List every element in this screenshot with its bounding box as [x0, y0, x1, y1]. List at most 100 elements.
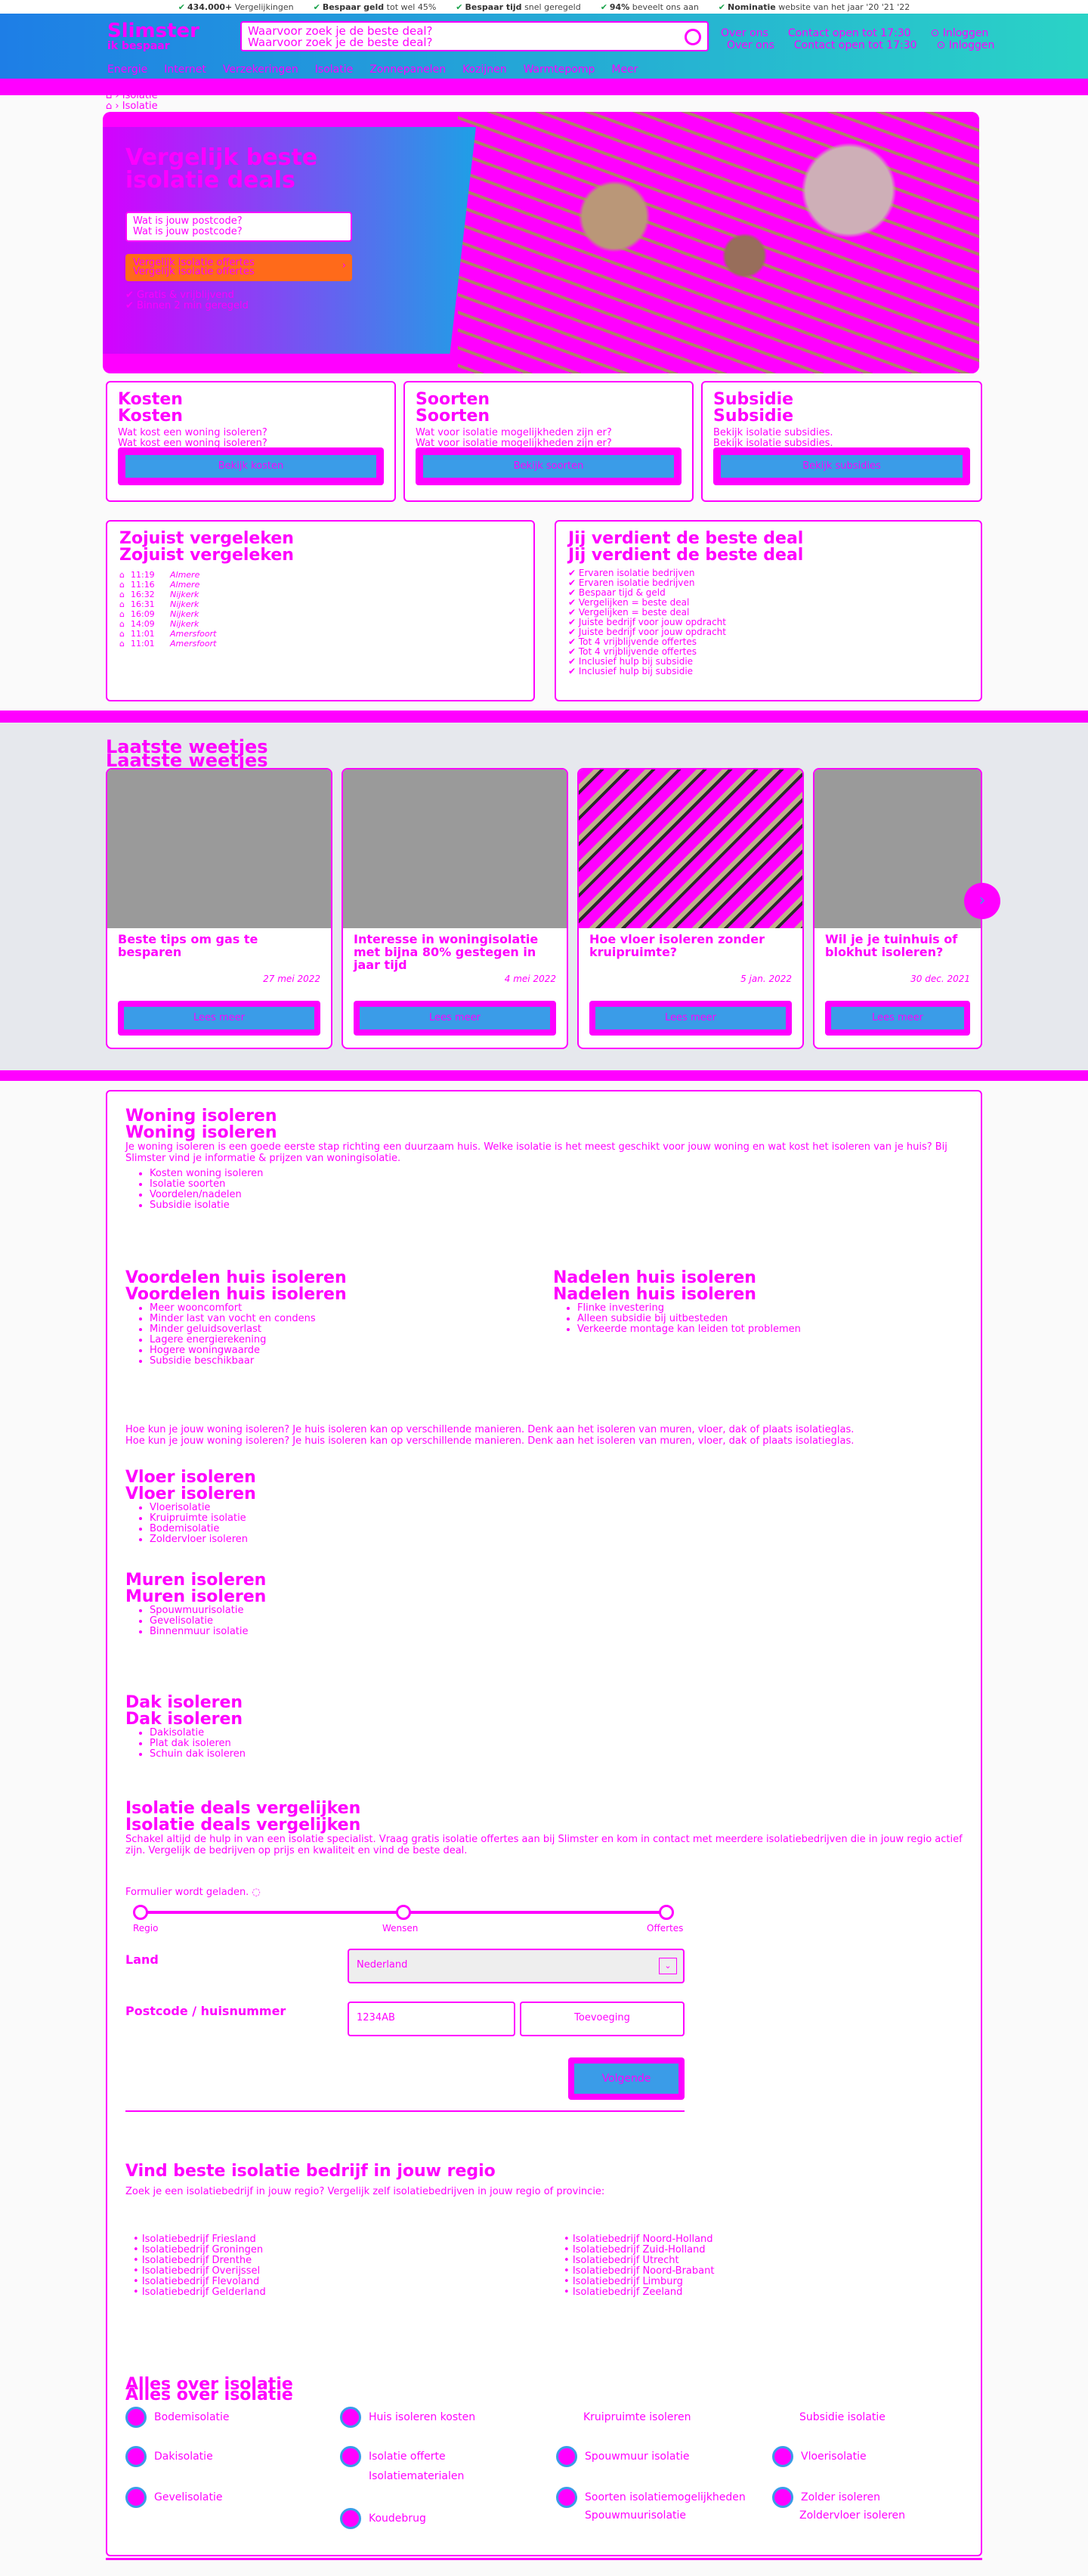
nav-item[interactable]: Verzekeringen: [223, 63, 298, 76]
list-item: Subsidie beschikbaar: [150, 1356, 533, 1367]
list-item[interactable]: Plat dak isoleren: [150, 1738, 533, 1749]
list-item[interactable]: Kosten woning isoleren: [150, 1169, 957, 1179]
next-button[interactable]: Volgende: [568, 2057, 685, 2100]
check-icon: ✔: [456, 2, 463, 12]
nav-item[interactable]: Warmtepomp: [524, 63, 595, 76]
read-more-button[interactable]: Lees meer: [825, 1001, 970, 1036]
topic-tile[interactable]: Gevelisolatie: [125, 2487, 222, 2508]
topic-tile[interactable]: Bodemisolatie: [125, 2407, 230, 2428]
news-card[interactable]: Interesse in woningisolatie met bijna 80…: [342, 768, 568, 1049]
header-links: Over ons Over ons Contact open tot 17:30 C…: [721, 27, 995, 51]
topic-tile[interactable]: Subsidie isolatie: [799, 2411, 886, 2423]
list-item[interactable]: Zoldervloer isoleren: [150, 1534, 533, 1545]
carousel-next-icon[interactable]: ›: [964, 883, 1000, 919]
usp-item: ✔ Nominatie website van het jaar '20 '21 …: [718, 2, 910, 12]
list-item[interactable]: Isolatie soorten: [150, 1179, 957, 1190]
home-icon[interactable]: ⌂: [106, 90, 112, 101]
news-card[interactable]: Hoe vloer isoleren zonder kruipruimte? 5…: [577, 768, 804, 1049]
house-icon: ⌂: [119, 599, 125, 609]
huisnummer-field[interactable]: Toevoeging: [520, 2002, 685, 2036]
list-item[interactable]: Bodemisolatie: [150, 1524, 533, 1534]
regio-link[interactable]: • Isolatiebedrijf Limburg: [564, 2277, 972, 2287]
list-item[interactable]: Subsidie isolatie: [150, 1200, 957, 1211]
read-more-button[interactable]: Lees meer: [118, 1001, 320, 1036]
news-card[interactable]: Wil je je tuinhuis of blokhut isoleren? …: [813, 768, 982, 1049]
nav-item[interactable]: Zonnepanelen: [369, 63, 446, 76]
bekijk-soorten-button[interactable]: Bekijk soorten: [416, 447, 682, 485]
house-icon: ⌂: [119, 590, 125, 599]
topic-tile[interactable]: Soorten isolatiemogelijkheden: [556, 2487, 746, 2508]
topic-tile[interactable]: Zoldervloer isoleren: [799, 2509, 905, 2522]
topic-tile[interactable]: Zolder isoleren: [772, 2487, 880, 2508]
list-item[interactable]: Binnenmuur isolatie: [150, 1627, 533, 1637]
recent-row: ⌂ 11:01 Amersfoort: [119, 639, 217, 649]
list-item[interactable]: Kruipruimte isolatie: [150, 1513, 533, 1524]
footer-divider: [106, 2558, 982, 2560]
house-icon: ⌂: [119, 580, 125, 590]
section-dak: Dak isolerenDak isoleren Dakisolatie Pla…: [125, 1695, 533, 1760]
regio-link[interactable]: • Isolatiebedrijf Noord-Holland: [564, 2234, 972, 2245]
topic-tile[interactable]: Spouwmuur isolatie: [556, 2446, 689, 2467]
divider-bar: [0, 1070, 1088, 1081]
recent-row: ⌂ 11:19 Almere: [119, 570, 200, 580]
site-logo[interactable]: Slimster ik bespaar: [107, 21, 199, 51]
topic-icon: [125, 2446, 147, 2467]
step-dot: [133, 1905, 148, 1920]
regio-link[interactable]: • Isolatiebedrijf Groningen: [133, 2245, 541, 2256]
postcode-input[interactable]: Wat is jouw postcode? Wat is jouw postcod…: [125, 212, 352, 242]
topic-tile[interactable]: Spouwmuurisolatie: [585, 2509, 686, 2522]
about-link[interactable]: Over ons: [721, 27, 774, 39]
topic-tile[interactable]: Isolatie offerte: [340, 2446, 446, 2467]
nav-item[interactable]: Isolatie: [315, 63, 353, 76]
regio-link[interactable]: • Isolatiebedrijf Noord-Brabant: [564, 2266, 972, 2277]
search-input[interactable]: Waarvoor zoek je de beste deal? Waarvoor…: [240, 21, 709, 51]
list-item: Flinke investering: [577, 1303, 961, 1314]
card-soorten: Soorten Soorten Wat voor isolatie mogelij…: [403, 381, 694, 502]
news-card[interactable]: Beste tips om gas te besparen 27 mei 202…: [106, 768, 332, 1049]
land-select[interactable]: Nederland ⌄: [348, 1949, 685, 1983]
regio-link[interactable]: • Isolatiebedrijf Gelderland: [133, 2287, 541, 2298]
list-item[interactable]: Vloerisolatie: [150, 1503, 533, 1513]
list-item[interactable]: Spouwmuurisolatie: [150, 1605, 533, 1616]
recent-row: ⌂ 11:16 Almere: [119, 580, 200, 590]
spinner-icon: ◌: [252, 1887, 261, 1898]
list-item[interactable]: Schuin dak isoleren: [150, 1749, 533, 1760]
check-icon: ✔: [718, 2, 726, 12]
contact-link[interactable]: Contact open tot 17:30: [788, 27, 917, 39]
nav-item[interactable]: Energie: [107, 63, 147, 76]
postcode-field[interactable]: 1234AB: [348, 2002, 515, 2036]
list-item[interactable]: Gevelisolatie: [150, 1616, 533, 1627]
regio-link[interactable]: • Isolatiebedrijf Utrecht: [564, 2256, 972, 2266]
nav-item[interactable]: Kozijnen: [462, 63, 507, 76]
regio-link[interactable]: • Isolatiebedrijf Flevoland: [133, 2277, 541, 2287]
regio-link[interactable]: • Isolatiebedrijf Drenthe: [133, 2256, 541, 2266]
regio-link[interactable]: • Isolatiebedrijf Zeeland: [564, 2287, 972, 2298]
topic-tile[interactable]: Koudebrug: [340, 2508, 426, 2529]
nav-item[interactable]: Meer: [611, 63, 638, 76]
topic-tile[interactable]: Huis isoleren kosten: [340, 2407, 475, 2428]
regio-link[interactable]: • Isolatiebedrijf Zuid-Holland: [564, 2245, 972, 2256]
topic-tile[interactable]: Vloerisolatie: [772, 2446, 867, 2467]
news-image: [579, 769, 802, 928]
nav-item[interactable]: Internet: [164, 63, 206, 76]
bekijk-subsidies-button[interactable]: Bekijk subsidies: [713, 447, 970, 485]
bekijk-kosten-button[interactable]: Bekijk kosten: [118, 447, 384, 485]
regio-link[interactable]: • Isolatiebedrijf Overijssel: [133, 2266, 541, 2277]
login-link[interactable]: ⊙ Inloggen: [931, 27, 995, 39]
house-icon: ⌂: [119, 609, 125, 619]
regio-link[interactable]: • Isolatiebedrijf Friesland: [133, 2234, 541, 2245]
recent-list: ⌂ 11:19 Almere ⌂ 11:16 Almere ⌂ 16:32 Nijkerk …: [119, 570, 521, 649]
home-icon[interactable]: ⌂: [106, 101, 112, 112]
read-more-button[interactable]: Lees meer: [589, 1001, 792, 1036]
topic-tile[interactable]: Kruipruimte isoleren: [583, 2411, 691, 2423]
topic-tile[interactable]: Dakisolatie: [125, 2446, 213, 2467]
news-image: [343, 769, 567, 928]
compare-quotes-button[interactable]: Vergelijk isolatie offertes Vergelijk iso…: [125, 254, 352, 281]
search-icon[interactable]: [685, 29, 701, 45]
topic-icon: [340, 2446, 361, 2467]
form-stepper: Regio Wensen Offertes: [133, 1905, 683, 1935]
list-item[interactable]: Dakisolatie: [150, 1728, 533, 1738]
read-more-button[interactable]: Lees meer: [354, 1001, 556, 1036]
topic-tile[interactable]: Isolatiematerialen: [369, 2470, 464, 2482]
list-item[interactable]: Voordelen/nadelen: [150, 1190, 957, 1200]
